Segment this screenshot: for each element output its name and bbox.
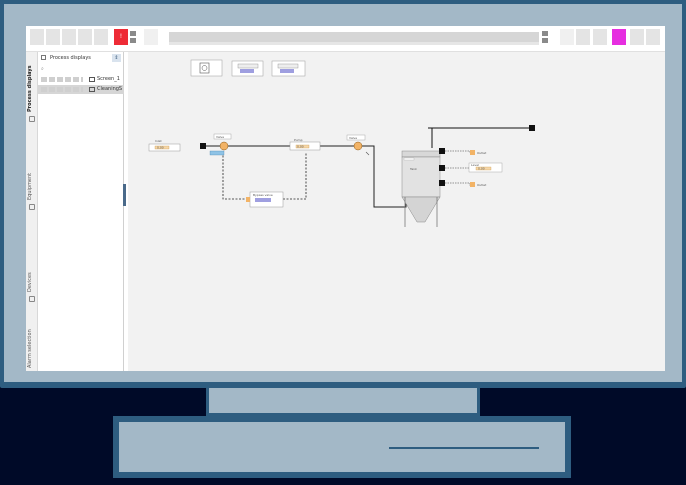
alarm-up-icon[interactable]: [542, 31, 548, 36]
tank-label: Tank: [409, 167, 417, 171]
tank-port-1: [439, 148, 445, 154]
pin-icon: ⇕: [114, 55, 119, 61]
toolbar-mini-icon-1[interactable]: [130, 31, 136, 36]
inlet-value: 0.00: [157, 146, 164, 150]
toolbar-button-10[interactable]: [646, 29, 660, 45]
tank-port-3: [439, 180, 445, 186]
tree-item-cleaning[interactable]: CleaningS: [38, 85, 124, 94]
tab-equipment[interactable]: Equipment: [27, 173, 33, 200]
pin-panel-button[interactable]: ⇕: [112, 54, 121, 62]
user-indicator-button[interactable]: [612, 29, 626, 45]
panel-splitter-handle[interactable]: [123, 184, 126, 206]
tree-item-flags: [41, 87, 83, 92]
devices-icon: [29, 296, 35, 302]
process-displays-panel: Process displays ⇕ ⌕ Screen_1 CleaningS: [38, 52, 124, 371]
tree-item-label: CleaningS: [97, 86, 123, 92]
left-tab-rail: Process displays Equipment Devices Alarm…: [26, 52, 38, 371]
faceplate-widget-3[interactable]: [271, 60, 306, 77]
toolbar-button-2[interactable]: [46, 29, 60, 45]
valve-2-label: Valve: [349, 136, 357, 140]
bypass-valve-block[interactable]: Bypass valve: [246, 191, 284, 208]
inlet-label: Inlet: [155, 139, 162, 143]
outlet-top-connector: [529, 125, 535, 131]
process-canvas: Inlet 0.00 Valve Pump 0.00 Valve Bypass …: [128, 52, 665, 371]
equipment-icon: [29, 204, 35, 210]
speaker-icon[interactable]: [144, 29, 158, 45]
pump-label: Pump: [294, 138, 303, 142]
faceplate-widget-1[interactable]: [190, 59, 223, 77]
toolbar-button-9[interactable]: [630, 29, 644, 45]
toolbar-button-7[interactable]: [576, 29, 590, 45]
tree-item-flags: [41, 77, 83, 82]
tab-devices[interactable]: Devices: [27, 272, 33, 292]
tree-item-label: Screen_1: [97, 76, 120, 82]
toolbar-button-8[interactable]: [593, 29, 607, 45]
monitor-bezel: ! Process displays Equipment Devices Ala…: [4, 4, 682, 382]
faceplate-widget-2[interactable]: [231, 60, 264, 77]
process-displays-icon: [41, 55, 46, 60]
process-displays-icon: [29, 116, 35, 122]
inlet-connector: [200, 143, 206, 149]
outlet-1-label: Outlet: [477, 151, 487, 155]
monitor: ! Process displays Equipment Devices Ala…: [0, 0, 686, 388]
alarm-indicator-button[interactable]: !: [114, 29, 128, 45]
valve-1-label: Valve: [216, 135, 224, 139]
level-display[interactable]: Level 0.00: [468, 162, 503, 173]
inlet-block[interactable]: Inlet 0.00: [148, 139, 181, 152]
tree-item-screen-1[interactable]: Screen_1: [38, 75, 124, 84]
toolbar-button-5[interactable]: [94, 29, 108, 45]
display-icon: [89, 77, 95, 82]
tank-port-2: [439, 165, 445, 171]
tab-process-displays[interactable]: Process displays: [27, 65, 33, 112]
tab-alarm-selection[interactable]: Alarm selection: [27, 329, 33, 368]
display-icon: [89, 87, 95, 92]
alarm-down-icon[interactable]: [542, 38, 548, 43]
search-icon[interactable]: ⌕: [41, 66, 44, 72]
process-diagram: Inlet 0.00 Valve Pump 0.00 Valve Bypass …: [148, 59, 535, 227]
desktop-scene: ! Process displays Equipment Devices Ala…: [0, 0, 686, 485]
toolbar-mini-icon-2[interactable]: [130, 38, 136, 43]
top-toolbar: !: [26, 26, 665, 52]
toolbar-button-3[interactable]: [62, 29, 76, 45]
alarm-line-scroll[interactable]: [169, 42, 539, 45]
bypass-label: Bypass valve: [253, 193, 273, 197]
pump-value: 0.00: [297, 145, 304, 149]
outlet-3-display[interactable]: Outlet: [470, 182, 487, 187]
level-value: 0.00: [478, 167, 485, 171]
toolbar-button-4[interactable]: [78, 29, 92, 45]
toolbar-button-1[interactable]: [30, 29, 44, 45]
hmi-screen: ! Process displays Equipment Devices Ala…: [26, 26, 665, 371]
panel-title: Process displays: [50, 55, 91, 61]
monitor-base-line: [389, 447, 539, 449]
monitor-base: [113, 416, 571, 478]
valve-2[interactable]: Valve: [346, 134, 366, 151]
pump-block[interactable]: Pump 0.00: [289, 138, 321, 151]
outlet-1-display[interactable]: Outlet: [470, 150, 487, 155]
alarm-indicator-label: !: [119, 33, 123, 40]
valve-1[interactable]: Valve: [209, 133, 232, 156]
alarm-line-bar[interactable]: [169, 32, 539, 42]
monitor-neck: [206, 388, 480, 416]
monitor-base-face: [119, 422, 565, 472]
toolbar-button-6[interactable]: [560, 29, 574, 45]
outlet-3-label: Outlet: [477, 183, 487, 187]
storage-tank[interactable]: Tank: [401, 150, 441, 227]
